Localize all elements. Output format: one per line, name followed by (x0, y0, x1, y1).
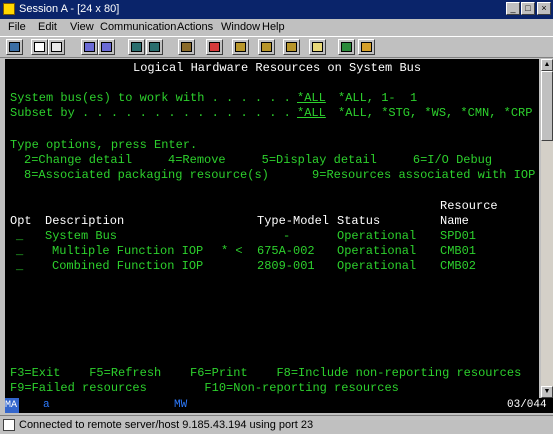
header-status: Status (337, 214, 381, 228)
macro-play-icon[interactable] (232, 39, 249, 55)
row-option-input[interactable]: _ (16, 259, 23, 273)
row-description: Multiple Function IOP (52, 244, 204, 258)
terminal-screen[interactable]: Logical Hardware Resources on System Bus… (5, 59, 539, 398)
scroll-thumb[interactable] (541, 71, 553, 141)
field-label-system-bus: System bus(es) to work with . . . . . . (10, 91, 291, 105)
menu-view[interactable]: View (70, 21, 94, 33)
menu-window[interactable]: Window (221, 21, 260, 33)
copy-icon[interactable] (31, 39, 48, 55)
display-icon[interactable] (128, 39, 145, 55)
quick-macro-icon[interactable] (283, 39, 300, 55)
field-hint-system-bus: *ALL, 1- 1 (338, 91, 418, 105)
ma-indicator: MA (5, 398, 19, 413)
vertical-scrollbar[interactable]: ▲ ▼ (541, 59, 553, 398)
minimize-button[interactable]: _ (506, 2, 520, 15)
window-title: Session A - [24 x 80] (19, 3, 120, 15)
options-line-1: 2=Change detail 4=Remove 5=Display detai… (24, 153, 493, 167)
row-type-model: 2809-001 (257, 259, 315, 273)
header-resource: Resource (440, 199, 498, 213)
session-indicator: a (43, 399, 50, 411)
operator-info-area: MA a MW 03/044 (5, 398, 553, 413)
row-description: System Bus (45, 229, 118, 243)
row-type-model: - (283, 229, 291, 243)
header-type-model: Type-Model (257, 214, 330, 228)
cursor-position: 03/044 (507, 399, 547, 411)
function-keys-line-1: F3=Exit F5=Refresh F6=Print F8=Include n… (10, 366, 522, 380)
connection-icon (3, 419, 15, 431)
header-name: Name (440, 214, 469, 228)
menu-actions[interactable]: Actions (177, 21, 213, 33)
scroll-down-icon[interactable]: ▼ (541, 386, 553, 398)
row-status: Operational (337, 259, 417, 273)
macro-stop-icon[interactable] (206, 39, 223, 55)
paste-icon[interactable] (48, 39, 65, 55)
row-option-input[interactable]: _ (16, 229, 23, 243)
keyboard-icon[interactable] (146, 39, 163, 55)
connection-status: Connected to remote server/host 9.185.43… (19, 419, 314, 431)
row-type-model: 675A-002 (257, 244, 315, 258)
row-resource-name: SPD01 (440, 229, 477, 243)
row-resource-name: CMB01 (440, 244, 477, 258)
scroll-up-icon[interactable]: ▲ (541, 59, 553, 71)
customize-icon[interactable] (358, 39, 375, 55)
row-status: Operational (337, 229, 417, 243)
system-bus-input[interactable]: *ALL (297, 91, 326, 105)
instructions: Type options, press Enter. (10, 138, 198, 152)
macro-record-icon[interactable] (178, 39, 195, 55)
function-keys-line-2: F9=Failed resources F10=Non-reporting re… (10, 381, 399, 395)
menu-file[interactable]: File (8, 21, 26, 33)
toolbar (0, 36, 553, 58)
screen-heading: Logical Hardware Resources on System Bus (133, 61, 422, 75)
menu-communication[interactable]: Communication (100, 21, 176, 33)
row-marker: * < (221, 244, 243, 258)
row-status: Operational (337, 244, 417, 258)
mw-indicator: MW (174, 399, 188, 411)
close-button[interactable]: × (537, 2, 551, 15)
field-label-subset-by: Subset by . . . . . . . . . . . . . . . (10, 106, 291, 120)
macro-run-icon[interactable] (258, 39, 275, 55)
app-icon[interactable] (3, 3, 15, 15)
menu-bar: File Edit View Communication Actions Win… (0, 19, 553, 36)
print-screen-icon[interactable] (6, 39, 23, 55)
field-hint-subset-by: *ALL, *STG, *WS, *CMN, *CRP (338, 106, 533, 120)
row-option-input[interactable]: _ (16, 244, 23, 258)
maximize-button[interactable]: □ (521, 2, 535, 15)
row-resource-name: CMB02 (440, 259, 477, 273)
send-icon[interactable] (81, 39, 98, 55)
menu-edit[interactable]: Edit (38, 21, 57, 33)
header-description: Description (45, 214, 125, 228)
color-map-icon[interactable] (338, 39, 355, 55)
row-description: Combined Function IOP (52, 259, 204, 273)
title-bar: Session A - [24 x 80] _ □ × (0, 0, 553, 19)
options-line-2: 8=Associated packaging resource(s) 9=Res… (24, 168, 536, 182)
receive-icon[interactable] (98, 39, 115, 55)
clipboard-icon[interactable] (309, 39, 326, 55)
status-bar: Connected to remote server/host 9.185.43… (0, 415, 553, 434)
subset-by-input[interactable]: *ALL (297, 106, 326, 120)
header-opt: Opt (10, 214, 32, 228)
menu-help[interactable]: Help (262, 21, 285, 33)
